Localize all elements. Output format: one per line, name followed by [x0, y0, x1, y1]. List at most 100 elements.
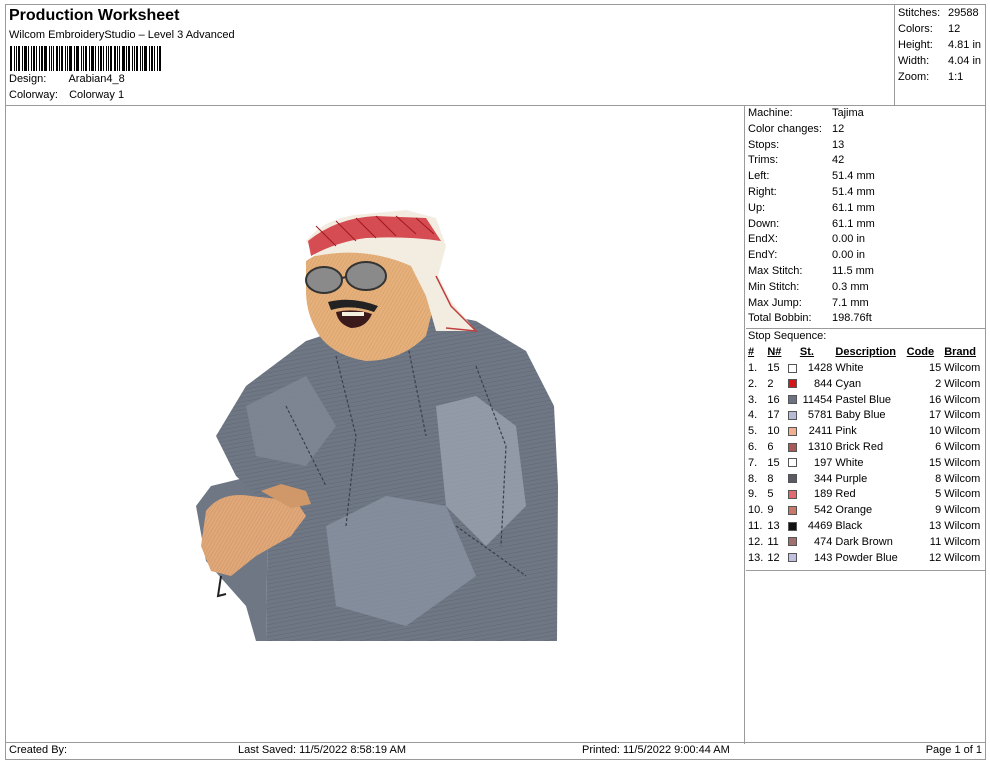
summary-row: Height: 4.81 in [898, 38, 985, 54]
barcode-bar [48, 46, 50, 71]
barcode-bar [43, 46, 47, 71]
color-swatch-cell [786, 502, 800, 518]
barcode-bar [143, 46, 147, 71]
machine-info-row: Left: 51.4 mm [746, 169, 986, 185]
color-swatch-cell [786, 534, 800, 550]
worksheet-footer: Created By: Last Saved: 11/5/2022 8:58:1… [6, 742, 985, 759]
table-row: 1. 15 1428 White 15 Wilcom [746, 360, 986, 376]
table-row: 3. 16 11454 Pastel Blue 16 Wilcom [746, 392, 986, 408]
barcode-bar [158, 46, 161, 71]
barcode-bar [32, 46, 35, 71]
summary-label: Colors: [898, 23, 933, 35]
barcode-bar [117, 46, 119, 71]
colorway-label: Colorway: [9, 89, 58, 101]
summary-label: Zoom: [898, 71, 930, 83]
summary-label: Stitches: [898, 7, 941, 19]
thread-code: 11 [929, 535, 942, 548]
thread-description: Brick Red [835, 441, 884, 454]
thread-brand: Wilcom [944, 551, 981, 564]
barcode-bar [108, 46, 110, 71]
thread-description: Red [835, 488, 856, 501]
color-swatch [787, 411, 797, 421]
machine-info-value: 13 [832, 138, 845, 151]
color-swatch-cell [786, 518, 800, 534]
color-swatch [787, 458, 797, 468]
color-swatch-cell [786, 423, 800, 439]
machine-info-label: Right: [748, 185, 777, 198]
machine-info-label: Machine: [748, 107, 793, 119]
barcode-bar [122, 46, 126, 71]
thread-brand: Wilcom [944, 409, 981, 422]
stitch-count: 143 [814, 551, 833, 564]
machine-info-value: 51.4 mm [832, 185, 875, 198]
thread-code: 10 [928, 425, 942, 438]
barcode-bar [141, 46, 143, 71]
stop-index: 9. [748, 488, 758, 501]
machine-info-row: Machine: Tajima [746, 106, 986, 122]
barcode [10, 46, 162, 71]
thread-brand: Wilcom [944, 520, 981, 533]
barcode-bar [119, 46, 121, 71]
machine-info-value: 12 [832, 122, 845, 135]
stop-index: 10. [748, 504, 764, 517]
machine-info-value: 0.3 mm [832, 280, 869, 293]
barcode-bar [85, 46, 88, 71]
machine-info-value: Tajima [832, 107, 864, 119]
design-value: Arabian4_8 [68, 73, 125, 85]
barcode-bar [73, 46, 75, 71]
thread-code: 6 [935, 441, 942, 454]
thread-description: Powder Blue [835, 551, 898, 564]
col-code: Code [906, 346, 935, 359]
table-row: 11. 13 4469 Black 13 Wilcom [746, 518, 986, 534]
barcode-bar [100, 46, 103, 71]
thread-code: 15 [928, 456, 942, 469]
summary-row: Zoom: 1:1 [898, 70, 985, 86]
thread-brand: Wilcom [944, 425, 981, 438]
machine-info-value: 42 [832, 154, 845, 167]
barcode-bar [148, 46, 150, 71]
colorway-row: Colorway: Colorway 1 [9, 89, 124, 101]
col-stitches: St. [799, 346, 814, 359]
thread-description: Pink [835, 425, 857, 438]
machine-info-label: Max Jump: [748, 296, 802, 309]
barcode-bar [40, 46, 43, 71]
machine-info-row: Color changes: 12 [746, 122, 986, 138]
machine-info-label: Total Bobbin: [748, 312, 812, 325]
color-swatch-cell [786, 471, 800, 487]
machine-info-row: Stops: 13 [746, 138, 986, 154]
stop-index: 1. [748, 362, 758, 375]
machine-info-row: EndX: 0.00 in [746, 232, 986, 248]
worksheet: Production Worksheet Wilcom EmbroiderySt… [5, 4, 986, 760]
machine-info-row: Min Stitch: 0.3 mm [746, 280, 986, 296]
machine-info-label: Up: [748, 201, 766, 214]
stitch-count: 4469 [807, 520, 833, 533]
barcode-bar [95, 46, 97, 71]
barcode-bar [13, 46, 15, 71]
color-swatch [787, 442, 797, 452]
printed-date: Printed: 11/5/2022 9:00:44 AM [582, 744, 730, 756]
table-row: 6. 6 1310 Brick Red 6 Wilcom [746, 439, 986, 455]
table-row: 12. 11 474 Dark Brown 11 Wilcom [746, 534, 986, 550]
needle-number: 9 [767, 504, 774, 517]
thread-brand: Wilcom [944, 472, 981, 485]
barcode-bar [75, 46, 77, 71]
thread-code: 2 [935, 377, 942, 390]
machine-info-label: EndX: [748, 233, 778, 246]
machine-info-row: Total Bobbin: 198.76ft [746, 311, 986, 327]
thread-description: Dark Brown [835, 535, 893, 548]
table-row: 7. 15 197 White 15 Wilcom [746, 455, 986, 471]
thread-code: 5 [935, 488, 942, 501]
color-swatch-cell [786, 360, 800, 376]
col-swatch [786, 344, 800, 360]
barcode-bar [150, 46, 153, 71]
table-row: 8. 8 344 Purple 8 Wilcom [746, 471, 986, 487]
machine-info-row: Up: 61.1 mm [746, 201, 986, 217]
color-swatch [787, 537, 797, 547]
machine-info-row: Right: 51.4 mm [746, 185, 986, 201]
barcode-bar [52, 46, 54, 71]
thread-description: Pastel Blue [835, 393, 892, 406]
thread-description: Orange [835, 504, 873, 517]
machine-info-panel: Machine: Tajima Color changes: 12 Stops: 13 Tr… [746, 106, 986, 571]
thread-description: Baby Blue [835, 409, 886, 422]
barcode-bar [140, 46, 141, 71]
